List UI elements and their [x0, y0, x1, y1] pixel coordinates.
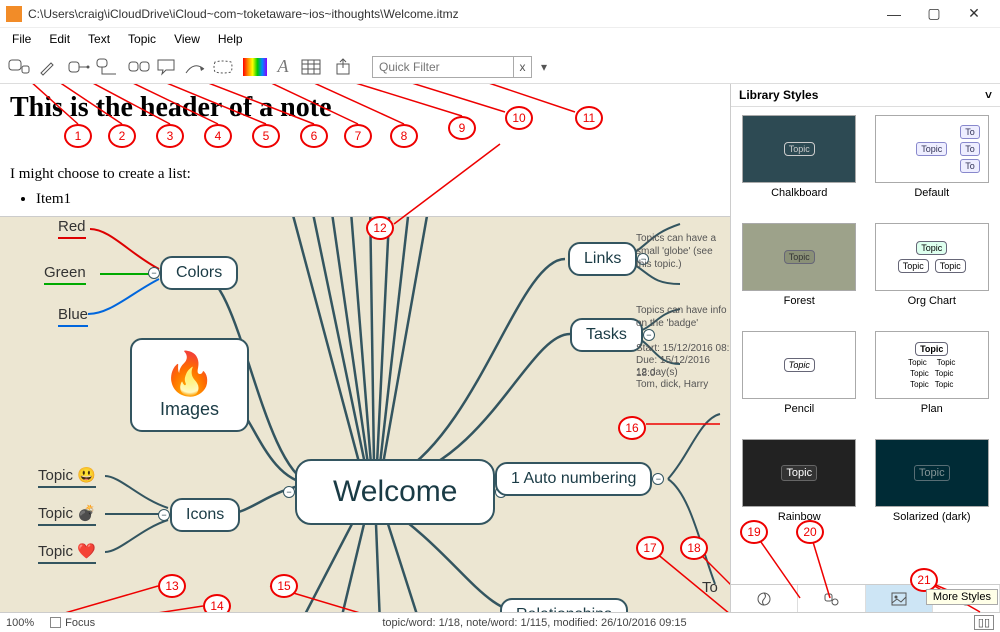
toolbar: A x ▾	[0, 50, 1000, 84]
share-icon[interactable]	[330, 54, 356, 80]
relationship-icon[interactable]	[182, 54, 208, 80]
annot-19: 19	[740, 520, 768, 544]
status-info: topic/word: 1/18, note/word: 1/115, modi…	[382, 617, 686, 629]
boundary-icon[interactable]	[210, 54, 236, 80]
annot-16: 16	[618, 416, 646, 440]
node-icons[interactable]: Icons −	[170, 498, 240, 532]
tasks-note: Topics can have info on the 'badge'	[636, 304, 728, 330]
style-pencil[interactable]: Topic Pencil	[739, 331, 860, 415]
sidebar: Library Styles ˅ Topic Chalkboard Topic …	[730, 84, 1000, 612]
links-note: Topics can have a small 'globe' (see thi…	[636, 232, 726, 271]
menu-view[interactable]: View	[166, 30, 208, 48]
filter-dropdown-icon[interactable]: ▾	[538, 54, 550, 80]
leaf-green[interactable]: Green	[44, 264, 86, 285]
focus-checkbox[interactable]: Focus	[50, 617, 95, 629]
app-icon	[6, 6, 22, 22]
node-autonum[interactable]: 1 Auto numbering −	[495, 462, 652, 496]
window-title: C:\Users\craig\iCloudDrive\iCloud~com~to…	[28, 7, 874, 21]
leaf-blue[interactable]: Blue	[58, 306, 88, 327]
annot-9: 9	[448, 116, 476, 140]
toggle-icon[interactable]: −	[158, 509, 170, 521]
node-links[interactable]: Links −	[568, 242, 637, 276]
canvas[interactable]: This is the header of a note I might cho…	[0, 84, 730, 612]
leaf-topic-smile[interactable]: Topic 😃	[38, 466, 96, 488]
annot-14: 14	[203, 594, 231, 612]
close-button[interactable]: ✕	[954, 1, 994, 27]
link-icon[interactable]	[126, 54, 152, 80]
toggle-icon[interactable]: −	[652, 473, 664, 485]
panel-toggle-icon[interactable]: ▯▯	[974, 615, 994, 630]
more-styles-button[interactable]: More Styles	[926, 589, 998, 605]
toggle-icon[interactable]: −	[148, 267, 160, 279]
child-topic-icon[interactable]	[66, 54, 92, 80]
style-chalkboard[interactable]: Topic Chalkboard	[739, 115, 860, 199]
pencil-icon[interactable]	[34, 54, 60, 80]
style-default[interactable]: Topic ToToTo Default	[872, 115, 993, 199]
annot-15: 15	[270, 574, 298, 598]
minimize-button[interactable]: —	[874, 1, 914, 27]
menu-topic[interactable]: Topic	[120, 30, 164, 48]
annot-6: 6	[300, 124, 328, 148]
sidebar-tab-shapes-icon[interactable]	[798, 585, 865, 612]
annot-12: 12	[366, 216, 394, 240]
annot-2: 2	[108, 124, 136, 148]
style-forest[interactable]: Topic Forest	[739, 223, 860, 307]
style-orgchart[interactable]: Topic TopicTopic Org Chart	[872, 223, 993, 307]
table-icon[interactable]	[298, 54, 324, 80]
leaf-topic-bomb[interactable]: Topic 💣	[38, 504, 96, 526]
node-relationships[interactable]: Relationships	[500, 598, 628, 612]
annot-20: 20	[796, 520, 824, 544]
new-topic-child-icon[interactable]	[6, 54, 32, 80]
sidebar-collapse-icon[interactable]: ˅	[985, 88, 992, 102]
sibling-topic-icon[interactable]	[94, 54, 120, 80]
note-intro: I might choose to create a list:	[10, 166, 720, 183]
leaf-red[interactable]: Red	[58, 218, 86, 239]
leaf-partial: To	[702, 579, 718, 596]
node-images[interactable]: 🔥 Images	[130, 338, 249, 432]
annot-5: 5	[252, 124, 280, 148]
style-rainbow[interactable]: Topic Rainbow	[739, 439, 860, 523]
annot-18: 18	[680, 536, 708, 560]
leaf-topic-heart[interactable]: Topic ❤️	[38, 542, 96, 564]
annot-10: 10	[505, 106, 533, 130]
node-tasks[interactable]: Tasks −	[570, 318, 643, 352]
style-plan[interactable]: Topic TopicTopic TopicTopic TopicTopic P…	[872, 331, 993, 415]
menu-text[interactable]: Text	[80, 30, 118, 48]
note-header: This is the header of a note	[10, 92, 720, 124]
menu-edit[interactable]: Edit	[41, 30, 78, 48]
node-welcome[interactable]: Welcome − −	[295, 459, 495, 525]
menu-file[interactable]: File	[4, 30, 39, 48]
annot-4: 4	[204, 124, 232, 148]
sidebar-title: Library Styles	[739, 88, 818, 102]
annot-1: 1	[64, 124, 92, 148]
callout-icon[interactable]	[154, 54, 180, 80]
style-solarized[interactable]: Topic Solarized (dark)	[872, 439, 993, 523]
zoom-level[interactable]: 100%	[6, 617, 34, 629]
maximize-button[interactable]: ▢	[914, 1, 954, 27]
toggle-icon[interactable]: −	[643, 329, 655, 341]
statusbar: 100% Focus topic/word: 1/18, note/word: …	[0, 612, 1000, 632]
menubar: File Edit Text Topic View Help	[0, 28, 1000, 50]
filter-clear-button[interactable]: x	[513, 57, 531, 77]
annot-11: 11	[575, 106, 603, 130]
node-colors[interactable]: Colors −	[160, 256, 238, 290]
sidebar-tab-styles-icon[interactable]	[731, 585, 798, 612]
annot-3: 3	[156, 124, 184, 148]
annot-7: 7	[344, 124, 372, 148]
sidebar-footer: More Styles	[731, 584, 1000, 612]
note-item: Item1	[36, 191, 720, 208]
menu-help[interactable]: Help	[210, 30, 251, 48]
font-icon[interactable]: A	[270, 54, 296, 80]
annot-17: 17	[636, 536, 664, 560]
color-icon[interactable]	[242, 54, 268, 80]
fire-icon: 🔥	[163, 350, 215, 399]
annot-13: 13	[158, 574, 186, 598]
toggle-icon[interactable]: −	[283, 486, 295, 498]
quick-filter-input[interactable]	[373, 58, 513, 76]
task-who: Tom, dick, Harry	[636, 378, 708, 391]
annot-8: 8	[390, 124, 418, 148]
